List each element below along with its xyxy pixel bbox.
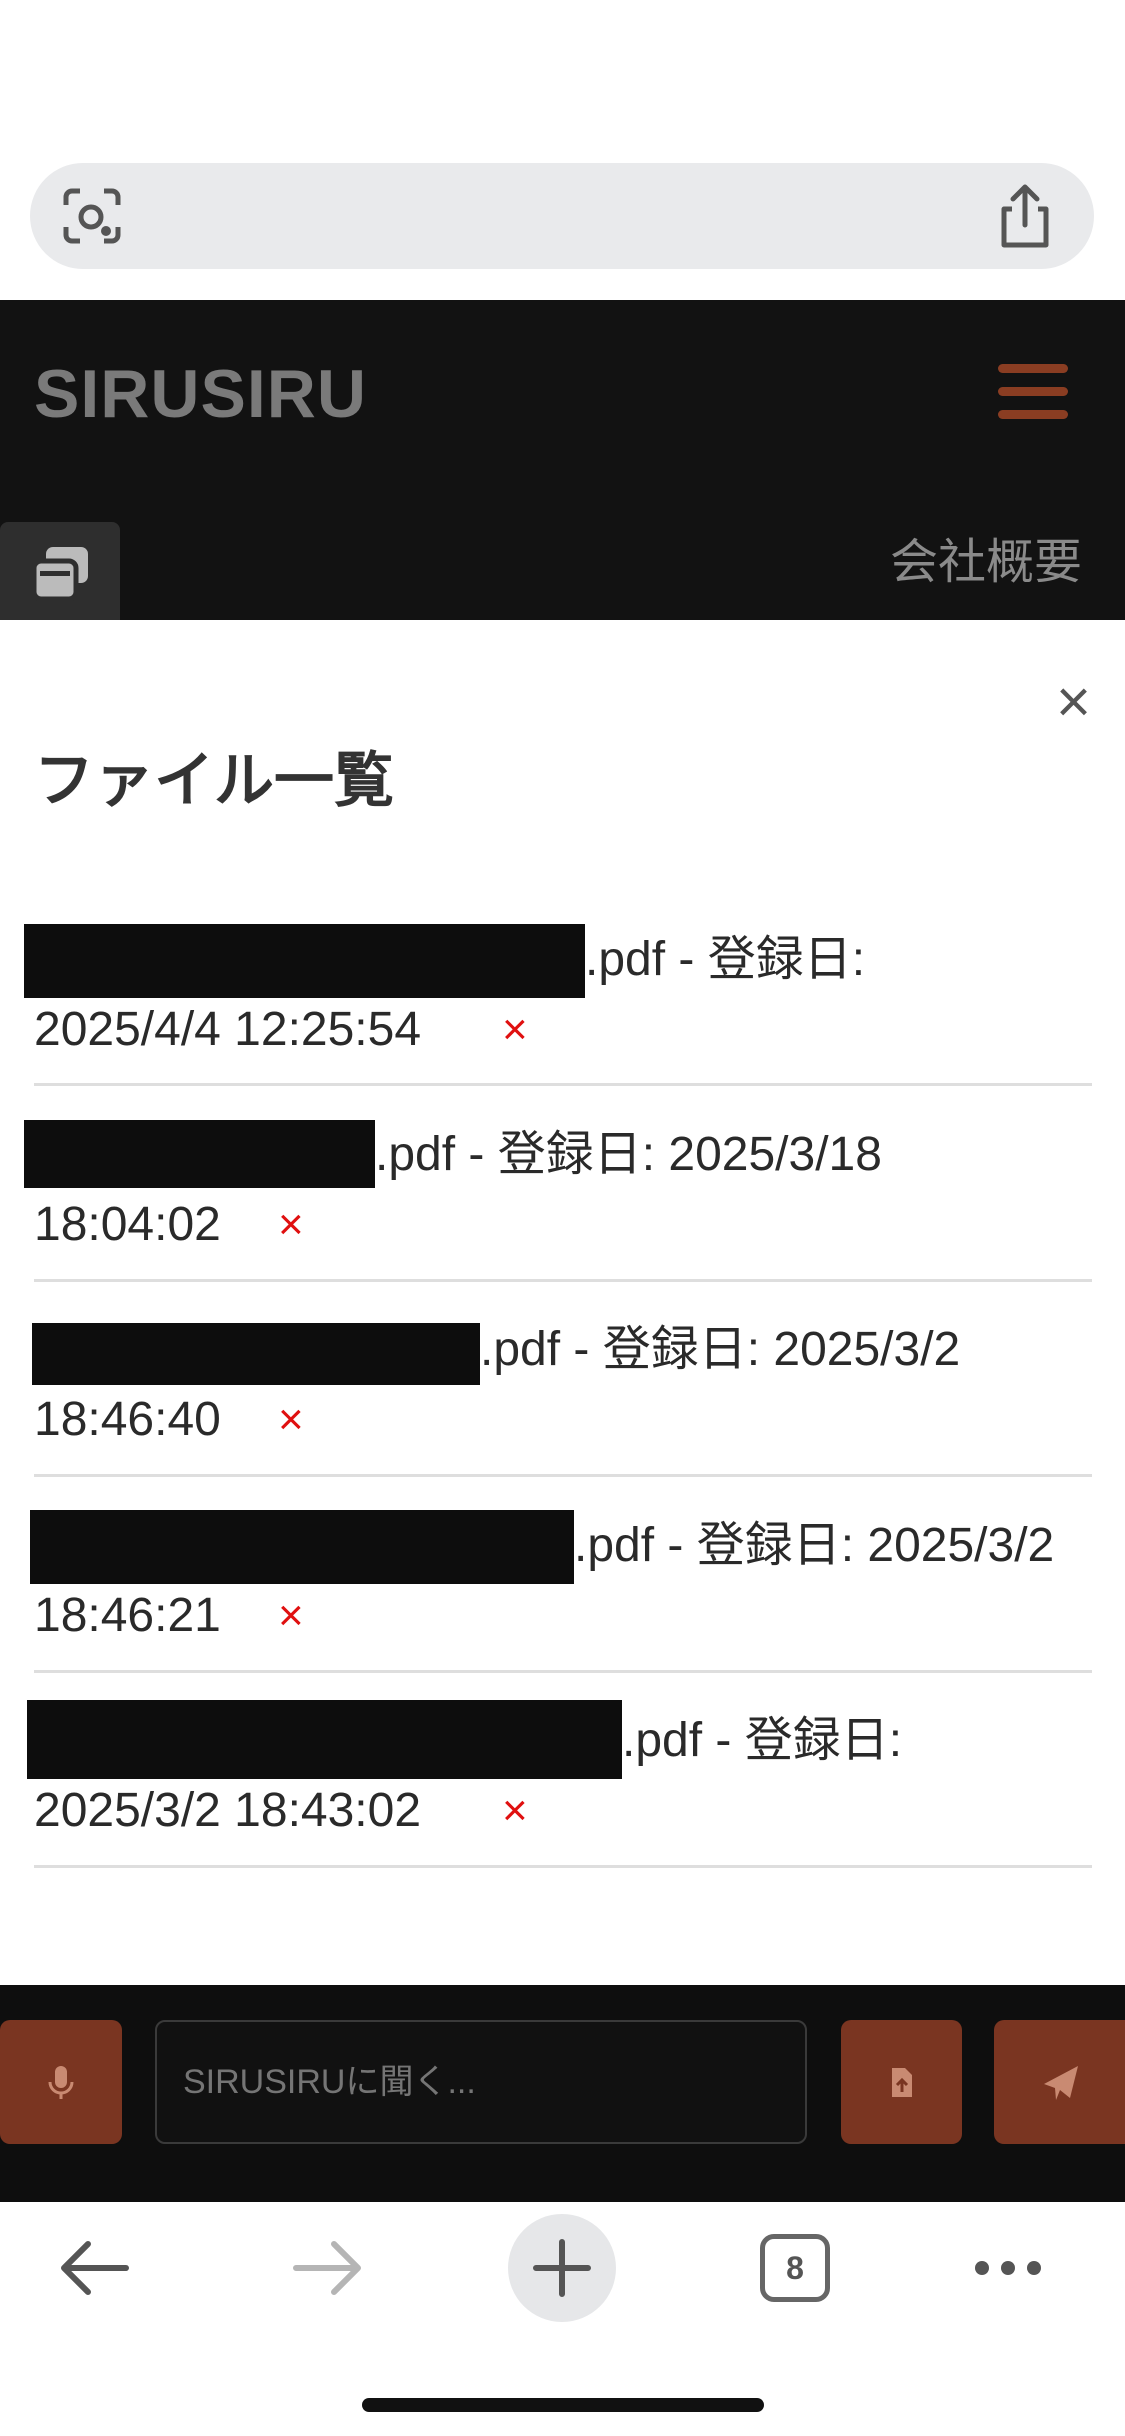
file-info-line1: .pdf - 登録日: xyxy=(585,933,866,986)
file-info-line2: 2025/3/2 18:43:02 xyxy=(34,1784,422,1837)
brand-logo[interactable]: SIRUSIRU xyxy=(34,354,367,434)
close-icon[interactable]: × xyxy=(1056,672,1091,732)
file-info-line1: .pdf - 登録日: 2025/3/18 xyxy=(375,1128,882,1181)
delete-file-button[interactable]: × xyxy=(278,1390,304,1450)
delete-file-button[interactable]: × xyxy=(278,1195,304,1255)
redacted-filename xyxy=(24,1120,375,1188)
tabs-icon[interactable]: 8 xyxy=(760,2234,830,2302)
file-upload-button[interactable] xyxy=(841,2020,962,2144)
share-icon[interactable] xyxy=(994,183,1056,249)
file-info-line2: 18:46:21 xyxy=(34,1589,221,1642)
file-info-line2: 18:04:02 xyxy=(34,1198,221,1251)
redacted-filename xyxy=(30,1510,574,1584)
delete-file-button[interactable]: × xyxy=(502,1781,528,1841)
delete-file-button[interactable]: × xyxy=(502,1000,528,1060)
delete-file-button[interactable]: × xyxy=(278,1586,304,1646)
hamburger-icon[interactable] xyxy=(998,362,1068,422)
mic-button[interactable] xyxy=(0,2020,122,2144)
redacted-filename xyxy=(27,1700,622,1779)
divider xyxy=(34,1474,1092,1477)
redacted-filename xyxy=(32,1323,480,1385)
new-tab-button[interactable] xyxy=(508,2214,616,2322)
lens-icon[interactable] xyxy=(60,187,124,245)
file-upload-icon xyxy=(892,2068,912,2097)
divider xyxy=(34,1083,1092,1086)
modal-title: ファイル一覧 xyxy=(34,747,394,814)
file-info-line1: .pdf - 登録日: 2025/3/2 xyxy=(480,1323,961,1376)
nav-company-link[interactable]: 会社概要 xyxy=(890,533,1082,593)
copy-icon xyxy=(31,547,88,602)
more-icon[interactable] xyxy=(972,2258,1044,2278)
address-bar[interactable] xyxy=(30,163,1094,269)
divider xyxy=(34,1279,1092,1282)
file-info-line1: .pdf - 登録日: xyxy=(622,1714,903,1767)
mic-icon xyxy=(48,2066,74,2099)
plus-icon xyxy=(533,2239,591,2297)
file-info-line2: 2025/4/4 12:25:54 xyxy=(34,1003,422,1056)
divider xyxy=(34,1865,1092,1868)
chat-input[interactable] xyxy=(155,2020,807,2144)
redacted-filename xyxy=(24,924,585,998)
send-button[interactable] xyxy=(994,2020,1125,2144)
file-info-line2: 18:46:40 xyxy=(34,1393,221,1446)
forward-arrow-icon[interactable] xyxy=(292,2238,364,2298)
divider xyxy=(34,1670,1092,1673)
send-icon xyxy=(1044,2066,1078,2100)
home-indicator xyxy=(362,2398,764,2412)
file-info-line1: .pdf - 登録日: 2025/3/2 xyxy=(574,1519,1055,1572)
back-arrow-icon[interactable] xyxy=(58,2238,130,2298)
